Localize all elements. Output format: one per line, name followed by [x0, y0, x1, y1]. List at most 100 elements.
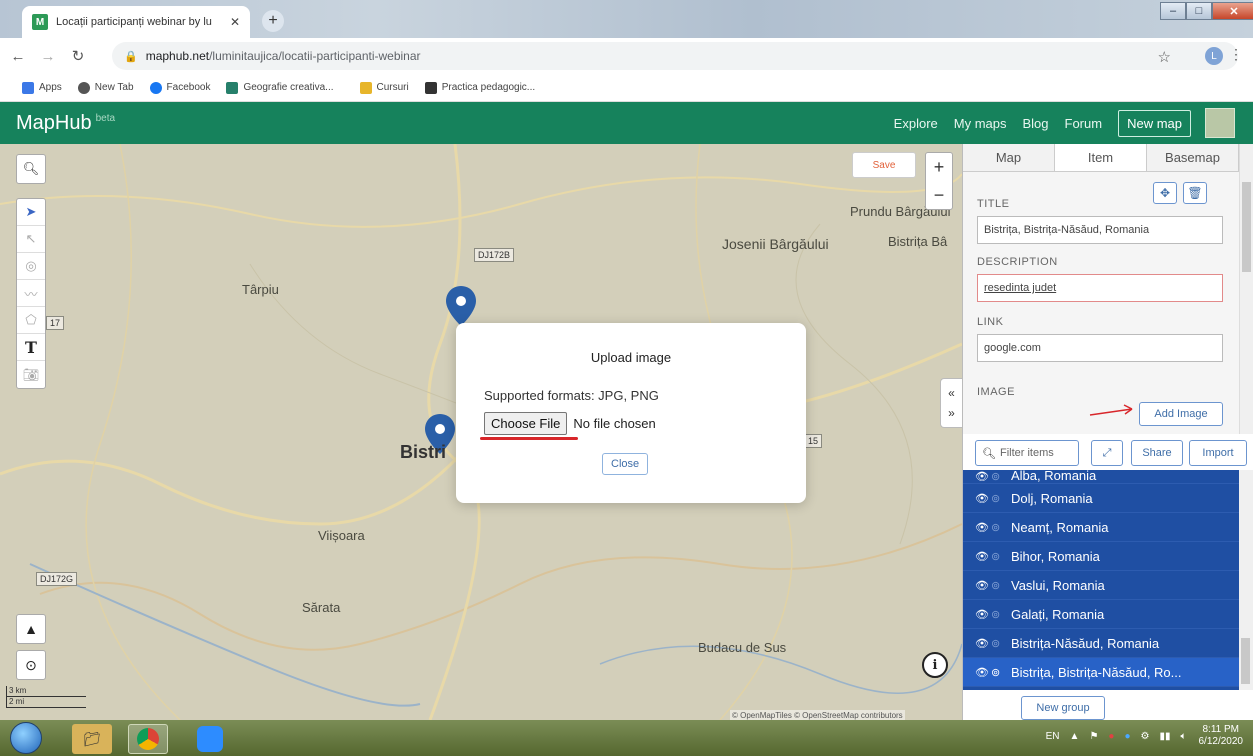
flag-icon[interactable]: ⚑: [1089, 731, 1098, 742]
scroll-thumb[interactable]: [1242, 182, 1251, 272]
list-item[interactable]: 👁︎ ⊚ Bihor, Romania: [963, 542, 1239, 571]
panel-scrollbar[interactable]: [1239, 144, 1253, 434]
share-button[interactable]: Share: [1131, 440, 1183, 466]
tray-expand-icon[interactable]: ▲: [1070, 731, 1080, 742]
move-icon[interactable]: ✥: [1153, 182, 1177, 204]
tray-app-icon[interactable]: ⚙: [1141, 731, 1150, 742]
minimize-button[interactable]: –: [1160, 2, 1186, 20]
text-icon[interactable]: T: [17, 334, 45, 361]
nav-forum[interactable]: Forum: [1065, 116, 1103, 131]
chrome-icon[interactable]: [128, 724, 168, 754]
search-icon[interactable]: 🔍︎: [16, 154, 46, 184]
tab-close-icon[interactable]: ✕: [230, 15, 240, 29]
pin-icon: ⊚: [991, 637, 1001, 650]
list-item[interactable]: 👁︎ ⊚ Dolj, Romania: [963, 484, 1239, 513]
clock[interactable]: 8:11 PM 6/12/2020: [1199, 724, 1244, 748]
start-button[interactable]: [10, 722, 42, 754]
eye-icon[interactable]: 👁︎: [975, 666, 991, 679]
list-item[interactable]: 👁︎ ⊚ Neamț, Romania: [963, 513, 1239, 542]
file-explorer-icon[interactable]: 📁︎: [72, 724, 112, 754]
marker-icon[interactable]: ◎: [17, 253, 45, 280]
language-indicator[interactable]: EN: [1046, 731, 1060, 742]
bookmark-star-icon[interactable]: ☆: [1158, 48, 1171, 66]
close-window-button[interactable]: ✕: [1212, 2, 1253, 20]
bookmark-practica[interactable]: Practica pedagogic...: [424, 81, 535, 94]
description-field[interactable]: resedinta judet: [977, 274, 1223, 302]
delete-icon[interactable]: 🗑︎: [1183, 182, 1207, 204]
volume-icon[interactable]: 🔈︎: [1181, 731, 1187, 742]
tab-basemap[interactable]: Basemap: [1147, 144, 1239, 171]
menu-kebab-icon[interactable]: ⋮: [1229, 46, 1243, 63]
expand-icon[interactable]: ⤢: [1091, 440, 1123, 466]
profile-avatar[interactable]: L: [1205, 47, 1223, 65]
eye-icon[interactable]: 👁︎: [975, 492, 991, 505]
eye-icon[interactable]: 👁︎: [975, 608, 991, 621]
zoom-out-button[interactable]: −: [926, 181, 952, 209]
link-field[interactable]: google.com: [977, 334, 1223, 362]
eye-icon[interactable]: 👁︎: [975, 637, 991, 650]
nav-my-maps[interactable]: My maps: [954, 116, 1007, 131]
tray-app-icon[interactable]: ●: [1124, 731, 1130, 742]
bookmark-cursuri[interactable]: Cursuri: [359, 81, 409, 94]
back-icon[interactable]: ←: [6, 48, 30, 65]
maphub-favicon-icon: M: [32, 14, 48, 30]
url-field[interactable]: 🔒 maphub.net/luminitaujica/locatii-parti…: [112, 42, 1238, 70]
bookmark-geografie[interactable]: Geografie creativa...: [226, 81, 334, 94]
list-scrollbar[interactable]: [1239, 470, 1253, 690]
reload-icon[interactable]: ↻: [66, 47, 90, 65]
panel-collapse-toggle[interactable]: « »: [940, 378, 962, 428]
choose-file-button[interactable]: Choose File: [484, 412, 568, 435]
locate-button[interactable]: ⊙: [16, 650, 46, 680]
tab-map[interactable]: Map: [963, 144, 1055, 171]
select-arrow-icon[interactable]: ➤: [17, 199, 45, 226]
no-file-chosen-text: No file chosen: [573, 416, 656, 431]
save-button[interactable]: Save: [852, 152, 916, 178]
browser-tab-bar: M Locații participanți webinar by lu ✕ +…: [0, 0, 1253, 38]
nav-explore[interactable]: Explore: [894, 116, 938, 131]
bookmark-apps[interactable]: Apps: [22, 81, 62, 94]
eye-icon[interactable]: 👁︎: [975, 470, 991, 483]
road-badge: DJ172B: [474, 248, 515, 262]
list-item[interactable]: 👁︎ ⊚ Galați, Romania: [963, 600, 1239, 629]
maphub-header: MapHub beta Explore My maps Blog Forum Ne…: [0, 102, 1253, 144]
list-item[interactable]: 👁︎ ⊚ Bistrița-Năsăud, Romania: [963, 629, 1239, 658]
list-item[interactable]: 👁︎ ⊚ Alba, Romania: [963, 470, 1239, 484]
polygon-icon[interactable]: ⬠: [17, 307, 45, 334]
new-group-button[interactable]: New group: [1021, 696, 1105, 720]
new-tab-button[interactable]: +: [262, 10, 284, 32]
eye-icon[interactable]: 👁︎: [975, 579, 991, 592]
camera-icon[interactable]: 📷︎: [17, 361, 45, 388]
clock-time: 8:11 PM: [1202, 724, 1240, 735]
map-label: Bistri: [400, 442, 447, 462]
browser-tab[interactable]: M Locații participanți webinar by lu ✕: [22, 6, 250, 38]
scroll-thumb[interactable]: [1241, 638, 1250, 684]
north-arrow-button[interactable]: ▲: [16, 614, 46, 644]
eye-icon[interactable]: 👁︎: [975, 550, 991, 563]
zoom-in-button[interactable]: +: [926, 153, 952, 181]
bookmark-facebook[interactable]: Facebook: [149, 81, 211, 94]
title-field[interactable]: Bistrița, Bistrița-Năsăud, Romania: [977, 216, 1223, 244]
pointer-icon[interactable]: ↖: [17, 226, 45, 253]
user-avatar[interactable]: [1205, 108, 1235, 138]
bookmark-label: Facebook: [166, 82, 211, 93]
line-icon[interactable]: 〰: [17, 280, 45, 307]
nav-blog[interactable]: Blog: [1022, 116, 1048, 131]
close-button[interactable]: Close: [602, 453, 649, 475]
network-icon[interactable]: ▮▮: [1159, 731, 1170, 742]
maximize-button[interactable]: □: [1186, 2, 1212, 20]
tray-app-icon[interactable]: ●: [1108, 731, 1114, 742]
new-map-button[interactable]: New map: [1118, 109, 1191, 137]
zoom-app-icon[interactable]: [190, 724, 230, 754]
tab-item[interactable]: Item: [1055, 144, 1147, 171]
add-image-button[interactable]: Add Image: [1139, 402, 1223, 426]
maphub-logo[interactable]: MapHub beta: [16, 112, 115, 135]
info-icon[interactable]: i: [922, 652, 948, 678]
bookmark-new-tab[interactable]: New Tab: [77, 81, 134, 94]
list-item[interactable]: 👁︎ ⊚ Vaslui, Romania: [963, 571, 1239, 600]
list-item-selected[interactable]: 👁︎ ⊚ Bistrița, Bistrița-Năsăud, Ro...: [963, 658, 1239, 687]
eye-icon[interactable]: 👁︎: [975, 521, 991, 534]
import-button[interactable]: Import: [1189, 440, 1247, 466]
facebook-icon: [149, 81, 162, 94]
forward-icon[interactable]: →: [36, 48, 60, 65]
filter-items-input[interactable]: 🔍︎ Filter items: [975, 440, 1079, 466]
